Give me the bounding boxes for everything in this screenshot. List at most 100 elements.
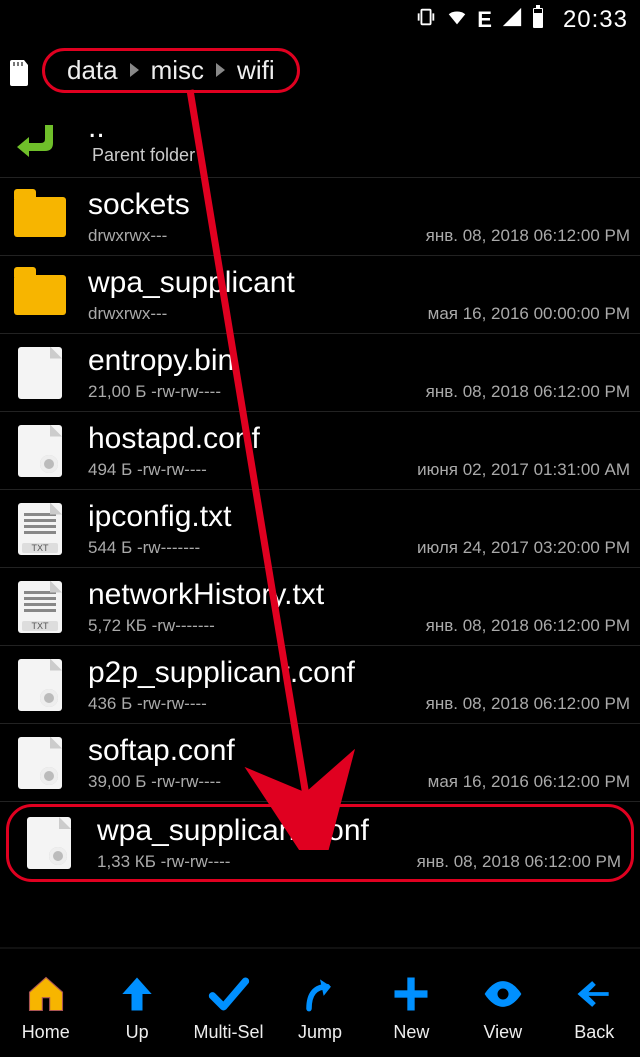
file-row[interactable]: sockets drwxrwx--- янв. 08, 2018 06:12:00 … — [0, 178, 640, 256]
file-row[interactable]: TXT ipconfig.txt 544 Б -rw------- июля 24, … — [0, 490, 640, 568]
file-texts: sockets drwxrwx--- янв. 08, 2018 06:12:00 … — [70, 188, 630, 246]
breadcrumb-segment[interactable]: data — [61, 55, 124, 86]
config-file-icon — [19, 815, 79, 871]
toolbar-plus-button[interactable]: New — [367, 970, 455, 1043]
text-file-icon: TXT — [10, 579, 70, 635]
toolbar-label: Up — [126, 1022, 149, 1043]
chevron-right-icon — [216, 63, 225, 77]
status-icons: E 20:33 — [415, 5, 628, 36]
parent-folder-row[interactable]: .. Parent folder — [0, 100, 640, 178]
file-permissions: drwxrwx--- — [88, 304, 167, 324]
file-row[interactable]: wpa_supplicant drwxrwx--- мая 16, 2016 00:… — [0, 256, 640, 334]
wifi-icon — [445, 6, 469, 35]
text-file-icon: TXT — [10, 501, 70, 557]
file-meta: 544 Б -rw------- июля 24, 2017 03:20:00 P… — [88, 538, 630, 558]
file-meta: drwxrwx--- мая 16, 2016 00:00:00 PM — [88, 304, 630, 324]
eye-icon — [479, 970, 527, 1018]
file-permissions: drwxrwx--- — [88, 226, 167, 246]
toolbar-back-button[interactable]: Back — [550, 970, 638, 1043]
file-name: hostapd.conf — [88, 422, 630, 456]
sdcard-icon[interactable] — [8, 58, 32, 82]
file-meta: 494 Б -rw-rw---- июня 02, 2017 01:31:00 A… — [88, 460, 630, 480]
toolbar-home-button[interactable]: Home — [2, 970, 90, 1043]
config-file-icon — [10, 423, 70, 479]
file-name: wpa_supplicant.conf — [97, 814, 621, 848]
toolbar-label: Home — [22, 1022, 70, 1043]
breadcrumb-row: data misc wifi — [0, 40, 640, 100]
file-date: июля 24, 2017 03:20:00 PM — [417, 538, 630, 558]
config-file-icon — [10, 657, 70, 713]
breadcrumb[interactable]: data misc wifi — [42, 48, 300, 93]
file-date: мая 16, 2016 00:00:00 PM — [428, 304, 630, 324]
file-texts: softap.conf 39,00 Б -rw-rw---- мая 16, 201… — [70, 734, 630, 792]
signal-icon — [501, 6, 523, 35]
file-date: мая 16, 2016 06:12:00 PM — [428, 772, 630, 792]
bottom-toolbar: Home Up Multi-Sel Jump New View Back — [0, 947, 640, 1057]
file-meta: 1,33 КБ -rw-rw----янв. 08, 2018 06:12:00… — [97, 852, 621, 872]
status-time: 20:33 — [563, 6, 628, 34]
file-row[interactable]: hostapd.conf 494 Б -rw-rw---- июня 02, 201… — [0, 412, 640, 490]
file-permissions: 544 Б -rw------- — [88, 538, 200, 558]
plus-icon — [387, 970, 435, 1018]
file-name: softap.conf — [88, 734, 630, 768]
toolbar-eye-button[interactable]: View — [459, 970, 547, 1043]
home-icon — [22, 970, 70, 1018]
file-texts: wpa_supplicant drwxrwx--- мая 16, 2016 00:… — [70, 266, 630, 324]
file-texts: hostapd.conf 494 Б -rw-rw---- июня 02, 201… — [70, 422, 630, 480]
file-texts: ipconfig.txt 544 Б -rw------- июля 24, 201… — [70, 500, 630, 558]
file-row[interactable]: TXT networkHistory.txt 5,72 КБ -rw------- я… — [0, 568, 640, 646]
toolbar-check-button[interactable]: Multi-Sel — [185, 970, 273, 1043]
folder-icon — [10, 267, 70, 323]
jump-icon — [296, 970, 344, 1018]
file-name: ipconfig.txt — [88, 500, 630, 534]
file-icon — [10, 345, 70, 401]
file-meta: 5,72 КБ -rw------- янв. 08, 2018 06:12:00… — [88, 616, 630, 636]
file-permissions: 21,00 Б -rw-rw---- — [88, 382, 221, 402]
toolbar-up-button[interactable]: Up — [93, 970, 181, 1043]
file-permissions: 436 Б -rw-rw---- — [88, 694, 207, 714]
file-name: entropy.bin — [88, 344, 630, 378]
file-name: sockets — [88, 188, 630, 222]
parent-dots: .. — [88, 111, 630, 145]
file-date: янв. 08, 2018 06:12:00 PM — [426, 382, 630, 402]
file-row[interactable]: entropy.bin 21,00 Б -rw-rw---- янв. 08, 20… — [0, 334, 640, 412]
battery-icon — [531, 5, 545, 36]
toolbar-label: Multi-Sel — [194, 1022, 264, 1043]
check-icon — [205, 970, 253, 1018]
file-texts: entropy.bin 21,00 Б -rw-rw---- янв. 08, 20… — [70, 344, 630, 402]
file-list[interactable]: .. Parent folder sockets drwxrwx--- янв. 0… — [0, 100, 640, 947]
parent-label: Parent folder — [92, 145, 630, 166]
up-icon — [113, 970, 161, 1018]
file-name: networkHistory.txt — [88, 578, 630, 612]
file-texts: networkHistory.txt 5,72 КБ -rw------- янв.… — [70, 578, 630, 636]
file-date: июня 02, 2017 01:31:00 AM — [417, 460, 630, 480]
file-name: wpa_supplicant — [88, 266, 630, 300]
file-texts: p2p_supplicant.conf 436 Б -rw-rw---- янв. … — [70, 656, 630, 714]
breadcrumb-segment[interactable]: wifi — [231, 55, 281, 86]
status-bar: E 20:33 — [0, 0, 640, 40]
file-name: p2p_supplicant.conf — [88, 656, 630, 690]
file-row[interactable]: p2p_supplicant.conf 436 Б -rw-rw---- янв. … — [0, 646, 640, 724]
breadcrumb-segment[interactable]: misc — [145, 55, 210, 86]
file-permissions: 1,33 КБ -rw-rw---- — [97, 852, 230, 872]
file-permissions: 39,00 Б -rw-rw---- — [88, 772, 221, 792]
file-permissions: 494 Б -rw-rw---- — [88, 460, 207, 480]
file-permissions: 5,72 КБ -rw------- — [88, 616, 215, 636]
config-file-icon — [10, 735, 70, 791]
toolbar-jump-button[interactable]: Jump — [276, 970, 364, 1043]
vibrate-icon — [415, 6, 437, 35]
file-meta: 436 Б -rw-rw---- янв. 08, 2018 06:12:00 P… — [88, 694, 630, 714]
file-texts: wpa_supplicant.conf 1,33 КБ -rw-rw----янв… — [79, 814, 621, 872]
file-date: янв. 08, 2018 06:12:00 PM — [426, 226, 630, 246]
file-row[interactable]: wpa_supplicant.conf 1,33 КБ -rw-rw----янв… — [6, 804, 634, 882]
file-date: янв. 08, 2018 06:12:00 PM — [426, 616, 630, 636]
file-row[interactable]: softap.conf 39,00 Б -rw-rw---- мая 16, 201… — [0, 724, 640, 802]
network-type-label: E — [477, 7, 493, 33]
file-date: янв. 08, 2018 06:12:00 PM — [426, 694, 630, 714]
up-arrow-icon — [10, 111, 70, 167]
folder-icon — [10, 189, 70, 245]
file-meta: 21,00 Б -rw-rw---- янв. 08, 2018 06:12:00… — [88, 382, 630, 402]
file-meta: 39,00 Б -rw-rw---- мая 16, 2016 06:12:00 … — [88, 772, 630, 792]
toolbar-label: Back — [574, 1022, 614, 1043]
toolbar-label: New — [393, 1022, 429, 1043]
